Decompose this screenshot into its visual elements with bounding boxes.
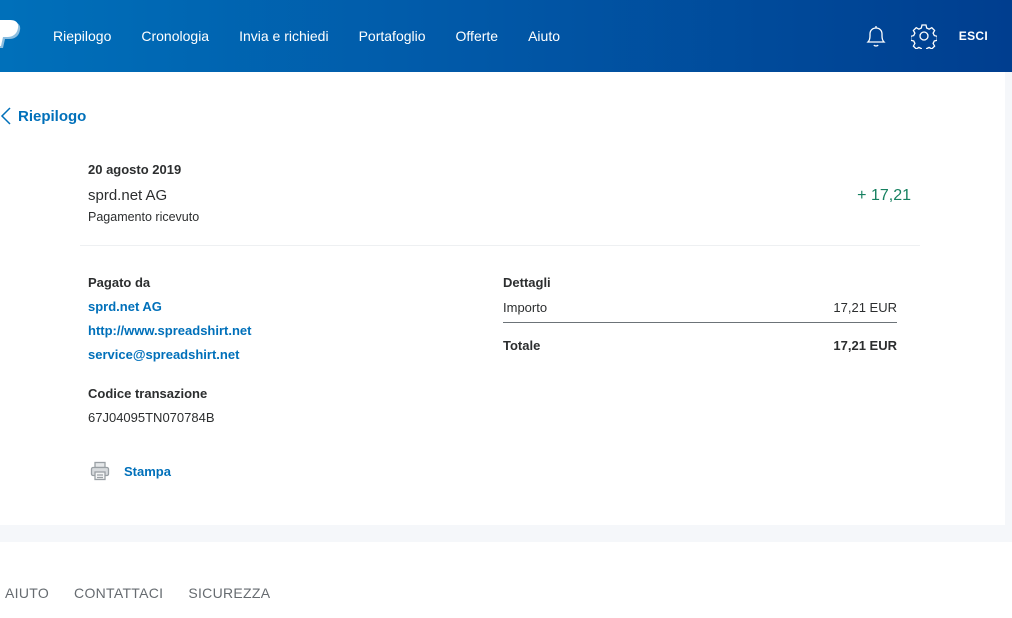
payer-website-link[interactable]: http://www.spreadshirt.net xyxy=(88,323,251,338)
back-link[interactable]: Riepilogo xyxy=(0,106,86,126)
paypal-logo-icon[interactable] xyxy=(0,20,24,50)
nav-cronologia[interactable]: Cronologia xyxy=(141,28,209,44)
back-link-label: Riepilogo xyxy=(18,107,87,125)
payer-email-link[interactable]: service@spreadshirt.net xyxy=(88,347,239,362)
details-total-label: Totale xyxy=(503,338,541,353)
nav-aiuto[interactable]: Aiuto xyxy=(528,28,560,44)
details-divider xyxy=(503,322,897,323)
footer-link-aiuto[interactable]: AIUTO xyxy=(5,585,49,601)
nav-offerte[interactable]: Offerte xyxy=(456,28,499,44)
top-header: Riepilogo Cronologia Invia e richiedi Po… xyxy=(0,0,1012,72)
footer-links: AIUTO CONTATTACI SICUREZZA xyxy=(5,585,295,601)
chevron-left-icon xyxy=(0,106,14,126)
payer-name-link[interactable]: sprd.net AG xyxy=(88,299,162,314)
nav-riepilogo[interactable]: Riepilogo xyxy=(53,28,111,44)
paid-by-heading: Pagato da xyxy=(88,275,151,290)
nav-portafoglio[interactable]: Portafoglio xyxy=(359,28,426,44)
transaction-code-heading: Codice transazione xyxy=(88,386,208,401)
printer-icon xyxy=(90,461,110,481)
details-total-value: 17,21 EUR xyxy=(833,338,897,353)
transaction-status: Pagamento ricevuto xyxy=(88,210,200,224)
header-actions: ESCI xyxy=(863,0,1012,72)
details-amount-value: 17,21 EUR xyxy=(833,300,897,315)
transaction-date: 20 agosto 2019 xyxy=(88,162,182,177)
transaction-amount: + 17,21 xyxy=(857,187,911,204)
details-amount-row: Importo 17,21 EUR xyxy=(503,300,897,315)
transaction-counterparty: sprd.net AG xyxy=(88,187,168,204)
footer-link-sicurezza[interactable]: SICUREZZA xyxy=(188,585,270,601)
details-amount-label: Importo xyxy=(503,300,548,315)
footer-link-contattaci[interactable]: CONTATTACI xyxy=(74,585,163,601)
main-nav: Riepilogo Cronologia Invia e richiedi Po… xyxy=(53,0,590,72)
details-total-row: Totale 17,21 EUR xyxy=(503,338,897,353)
transaction-code-value: 67J04095TN070784B xyxy=(88,410,215,425)
bell-icon[interactable] xyxy=(863,23,889,49)
print-label: Stampa xyxy=(124,463,171,479)
details-heading: Dettagli xyxy=(503,275,551,290)
nav-invia-richiedi[interactable]: Invia e richiedi xyxy=(239,28,329,44)
gear-icon[interactable] xyxy=(910,23,937,49)
print-button[interactable]: Stampa xyxy=(90,461,171,481)
logout-button[interactable]: ESCI xyxy=(959,29,988,43)
divider xyxy=(80,245,920,246)
